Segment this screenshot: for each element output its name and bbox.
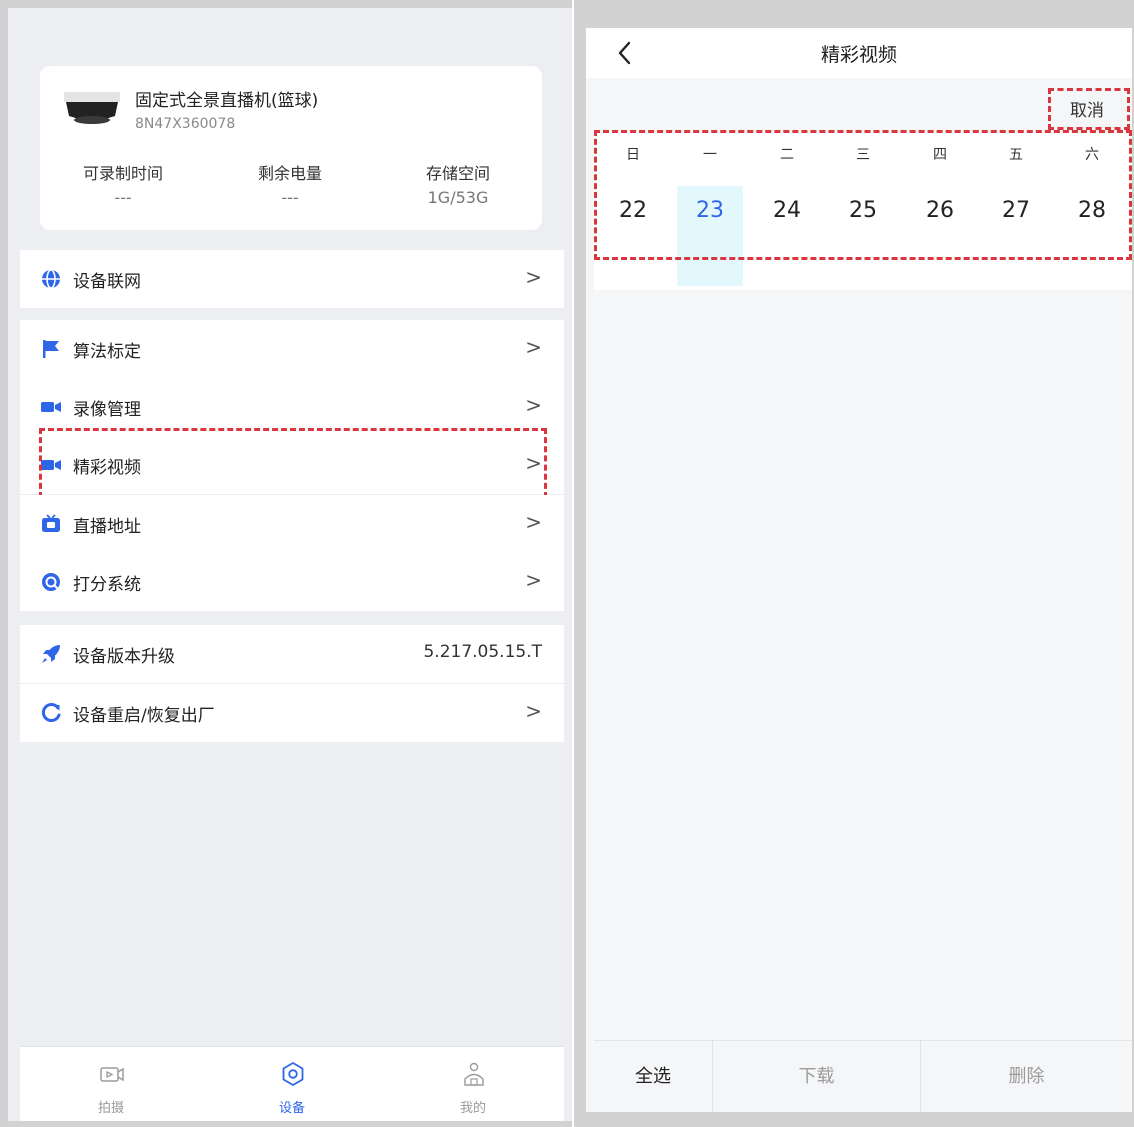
menu-item-label: 算法标定 [73, 342, 141, 362]
profile-tab-icon [464, 1062, 484, 1086]
rocket-icon [42, 645, 60, 663]
bottom-tab-bar: 拍摄 设备 我的 [20, 1046, 564, 1121]
day-number: 25 [849, 198, 877, 223]
menu-item-label: 录像管理 [73, 400, 141, 420]
tab-capture[interactable]: 拍摄 [51, 1047, 171, 1121]
calendar-day[interactable]: 24 [754, 186, 820, 286]
cancel-button[interactable]: 取消 [1070, 96, 1104, 121]
chevron-right-icon: > [525, 335, 542, 359]
weekday-label: 三 [856, 147, 870, 163]
calendar-day[interactable]: 26 [907, 186, 973, 286]
device-settings-screen: 固定式全景直播机(篮球) 8N47X360078 可录制时间 --- 剩余电量 … [8, 8, 572, 1121]
globe-icon [42, 269, 60, 289]
calendar-day[interactable]: 22 [600, 186, 666, 286]
weekday-label: 二 [780, 147, 794, 163]
stat-record-time: 可录制时间 --- [58, 160, 188, 207]
select-all-button[interactable]: 全选 [594, 1041, 712, 1112]
tab-device[interactable]: 设备 [232, 1047, 352, 1121]
menu-item-device-network[interactable]: 设备联网 > [20, 250, 564, 308]
scoreboard-icon [42, 573, 60, 591]
menu-item-label: 设备联网 [73, 272, 141, 292]
stat-value: --- [281, 188, 299, 207]
delete-button[interactable]: 删除 [921, 1041, 1132, 1112]
stat-label: 可录制时间 [82, 164, 163, 183]
device-card[interactable]: 固定式全景直播机(篮球) 8N47X360078 可录制时间 --- 剩余电量 … [40, 66, 542, 230]
day-number: 26 [926, 198, 954, 223]
day-number: 23 [696, 198, 724, 223]
weekday-label: 五 [1009, 147, 1023, 163]
device-camera-image [64, 92, 120, 124]
panel-divider [572, 0, 574, 1127]
menu-item-label: 直播地址 [73, 517, 141, 537]
stat-value: 1G/53G [427, 188, 489, 207]
chevron-right-icon: > [525, 265, 542, 289]
chevron-right-icon: > [525, 451, 542, 475]
menu-item-firmware-upgrade[interactable]: 设备版本升级 5.217.05.15.T [20, 625, 564, 683]
menu-item-scoring-system[interactable]: 打分系统 > [20, 553, 564, 611]
device-name: 固定式全景直播机(篮球) [135, 91, 319, 111]
chevron-right-icon: > [525, 699, 542, 723]
calendar-day-selected[interactable]: 23 [677, 186, 743, 286]
weekday-label: 四 [933, 147, 947, 163]
highlight-videos-screen: 精彩视频 取消 日 一 二 三 四 五 六 22 23 24 25 26 27 … [586, 28, 1132, 1112]
menu-item-highlight-videos[interactable]: 精彩视频 > [20, 436, 564, 494]
calendar-day[interactable]: 28 [1059, 186, 1125, 286]
chevron-right-icon: > [525, 568, 542, 592]
tab-label: 设备 [278, 1101, 305, 1116]
stat-label: 存储空间 [425, 164, 490, 183]
menu-item-reboot-reset[interactable]: 设备重启/恢复出厂 > [20, 684, 564, 742]
live-tv-icon [42, 514, 60, 532]
weekday-label: 日 [626, 147, 640, 163]
stat-value: --- [114, 188, 132, 207]
stat-label: 剩余电量 [257, 164, 322, 183]
day-number: 28 [1078, 198, 1106, 223]
tab-label: 拍摄 [97, 1101, 124, 1116]
day-number: 24 [773, 198, 801, 223]
menu-item-label: 设备重启/恢复出厂 [73, 706, 215, 726]
tab-mine[interactable]: 我的 [413, 1047, 533, 1121]
menu-item-recording-management[interactable]: 录像管理 > [20, 378, 564, 436]
camera-tab-icon [100, 1067, 124, 1082]
refresh-icon [41, 703, 61, 722]
week-calendar: 日 一 二 三 四 五 六 22 23 24 25 26 27 28 [594, 132, 1132, 290]
bottom-action-bar: 全选 下载 删除 [594, 1040, 1132, 1112]
day-number: 22 [619, 198, 647, 223]
menu-item-live-address[interactable]: 直播地址 > [20, 495, 564, 553]
weekday-label: 一 [703, 147, 717, 163]
chevron-right-icon: > [525, 510, 542, 534]
video-camera-icon [41, 460, 61, 470]
flag-icon [43, 340, 59, 358]
menu-item-label: 精彩视频 [73, 458, 141, 478]
navigation-bar: 精彩视频 [586, 28, 1132, 78]
chevron-right-icon: > [525, 393, 542, 417]
video-camera-icon [41, 402, 61, 412]
menu-item-algorithm-calibration[interactable]: 算法标定 > [20, 320, 564, 378]
download-button[interactable]: 下载 [713, 1041, 920, 1112]
menu-item-label: 设备版本升级 [73, 647, 175, 667]
calendar-day[interactable]: 25 [830, 186, 896, 286]
calendar-day[interactable]: 27 [983, 186, 1049, 286]
stat-storage: 存储空间 1G/53G [393, 160, 523, 207]
settings-tab-icon [282, 1062, 304, 1086]
weekday-label: 六 [1085, 147, 1099, 163]
firmware-version: 5.217.05.15.T [423, 642, 542, 662]
stat-battery: 剩余电量 --- [225, 160, 355, 207]
menu-item-label: 打分系统 [73, 575, 141, 595]
tab-label: 我的 [459, 1101, 486, 1116]
page-title: 精彩视频 [820, 44, 897, 66]
day-number: 27 [1002, 198, 1030, 223]
device-serial: 8N47X360078 [135, 116, 236, 132]
